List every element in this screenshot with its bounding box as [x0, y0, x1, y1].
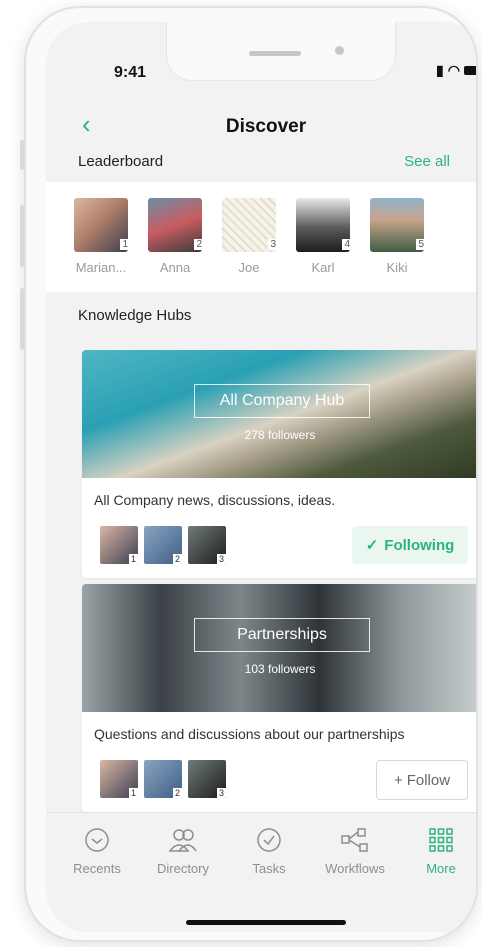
tab-more[interactable]: More [398, 827, 476, 876]
phone-notch [166, 22, 396, 81]
status-icons: ▮ ◠ [436, 62, 476, 79]
avatar: 2 [148, 198, 202, 252]
rank-badge: 1 [128, 788, 138, 798]
leader-name: Kiki [386, 260, 408, 275]
wifi-icon: ◠ [447, 62, 460, 78]
hub-followers: 278 followers [244, 428, 316, 442]
home-indicator[interactable] [186, 920, 346, 925]
knowledge-hubs-header: Knowledge Hubs [46, 294, 476, 338]
page-title: Discover [225, 116, 307, 137]
tab-recents[interactable]: Recents [54, 827, 140, 876]
check-circle-icon [257, 828, 281, 852]
hub-name: All Company Hub [194, 384, 370, 418]
plus-icon: + [393, 771, 403, 789]
avatar: 1 [100, 760, 138, 798]
following-label: Following [384, 536, 455, 554]
leaderboard-header: Leaderboard See all [46, 140, 476, 184]
see-all-link[interactable]: See all [404, 153, 450, 170]
tab-label: More [426, 861, 456, 876]
signal-icon: ▮ [436, 62, 444, 78]
avatar: 3 [188, 526, 226, 564]
status-time: 9:41 [114, 64, 147, 81]
bottom-tab-bar: Recents Directory Tasks Workflows More [46, 812, 476, 932]
avatar: 3 [222, 198, 276, 252]
clock-icon [85, 828, 109, 852]
hub-banner-image: All Company Hub 278 followers [82, 350, 476, 478]
check-icon: ✓ [365, 537, 379, 554]
hub-card[interactable]: All Company Hub 278 followers All Compan… [82, 350, 476, 578]
leader-item[interactable]: 4 Karl [288, 198, 358, 275]
follow-label: Follow [406, 771, 451, 789]
leader-item[interactable]: 5 Kiki [362, 198, 432, 275]
leader-name: Anna [159, 260, 191, 275]
avatar: 2 [144, 526, 182, 564]
tab-label: Workflows [325, 861, 385, 876]
rank-badge: 2 [172, 554, 182, 564]
following-button[interactable]: ✓ Following [352, 526, 468, 564]
rank-badge: 1 [128, 554, 138, 564]
grid-icon [429, 828, 453, 852]
leaderboard-title: Leaderboard [78, 153, 164, 170]
leader-name: Karl [311, 260, 335, 275]
hub-followers: 103 followers [244, 662, 316, 676]
rank-badge: 2 [194, 239, 202, 250]
rank-badge: 2 [172, 788, 182, 798]
hub-description: All Company news, discussions, ideas. [94, 492, 336, 508]
avatar: 1 [74, 198, 128, 252]
rank-badge: 3 [216, 788, 226, 798]
tab-label: Tasks [252, 861, 286, 876]
hub-name: Partnerships [194, 618, 370, 652]
member-avatars: 1 2 3 [100, 526, 226, 564]
tab-directory[interactable]: Directory [140, 827, 226, 876]
avatar: 5 [370, 198, 424, 252]
front-camera [335, 46, 344, 55]
hub-description: Questions and discussions about our part… [94, 726, 405, 742]
leader-item[interactable]: 1 Marian... [66, 198, 136, 275]
tab-label: Directory [156, 861, 209, 876]
rank-badge: 4 [342, 239, 350, 250]
leaderboard-strip: 1 Marian... 2 Anna 3 Joe 4 Karl 5 Kiki [46, 182, 476, 292]
member-avatars: 1 2 3 [100, 760, 226, 798]
app-screen: 9:41 ▮ ◠ ‹ Discover Leaderboard See all … [46, 22, 476, 932]
rank-badge: 3 [268, 239, 276, 250]
rank-badge: 1 [120, 239, 128, 250]
workflow-icon [341, 828, 368, 852]
hub-banner-image: Partnerships 103 followers [82, 584, 476, 712]
tab-workflows[interactable]: Workflows [312, 827, 398, 876]
rank-badge: 5 [416, 239, 424, 250]
avatar: 1 [100, 526, 138, 564]
people-icon [168, 829, 197, 852]
tab-label: Recents [73, 861, 121, 876]
leader-name: Joe [238, 260, 260, 275]
hub-card[interactable]: Partnerships 103 followers Questions and… [82, 584, 476, 812]
phone-frame: 9:41 ▮ ◠ ‹ Discover Leaderboard See all … [24, 6, 478, 942]
speaker-grille [249, 51, 301, 56]
leader-item[interactable]: 3 Joe [214, 198, 284, 275]
leader-name: Marian... [75, 260, 127, 275]
leader-item[interactable]: 2 Anna [140, 198, 210, 275]
knowledge-hubs-title: Knowledge Hubs [78, 307, 192, 324]
avatar: 2 [144, 760, 182, 798]
avatar: 3 [188, 760, 226, 798]
rank-badge: 3 [216, 554, 226, 564]
avatar: 4 [296, 198, 350, 252]
follow-button[interactable]: + Follow [376, 760, 468, 800]
tab-tasks[interactable]: Tasks [226, 827, 312, 876]
battery-icon [463, 66, 476, 75]
